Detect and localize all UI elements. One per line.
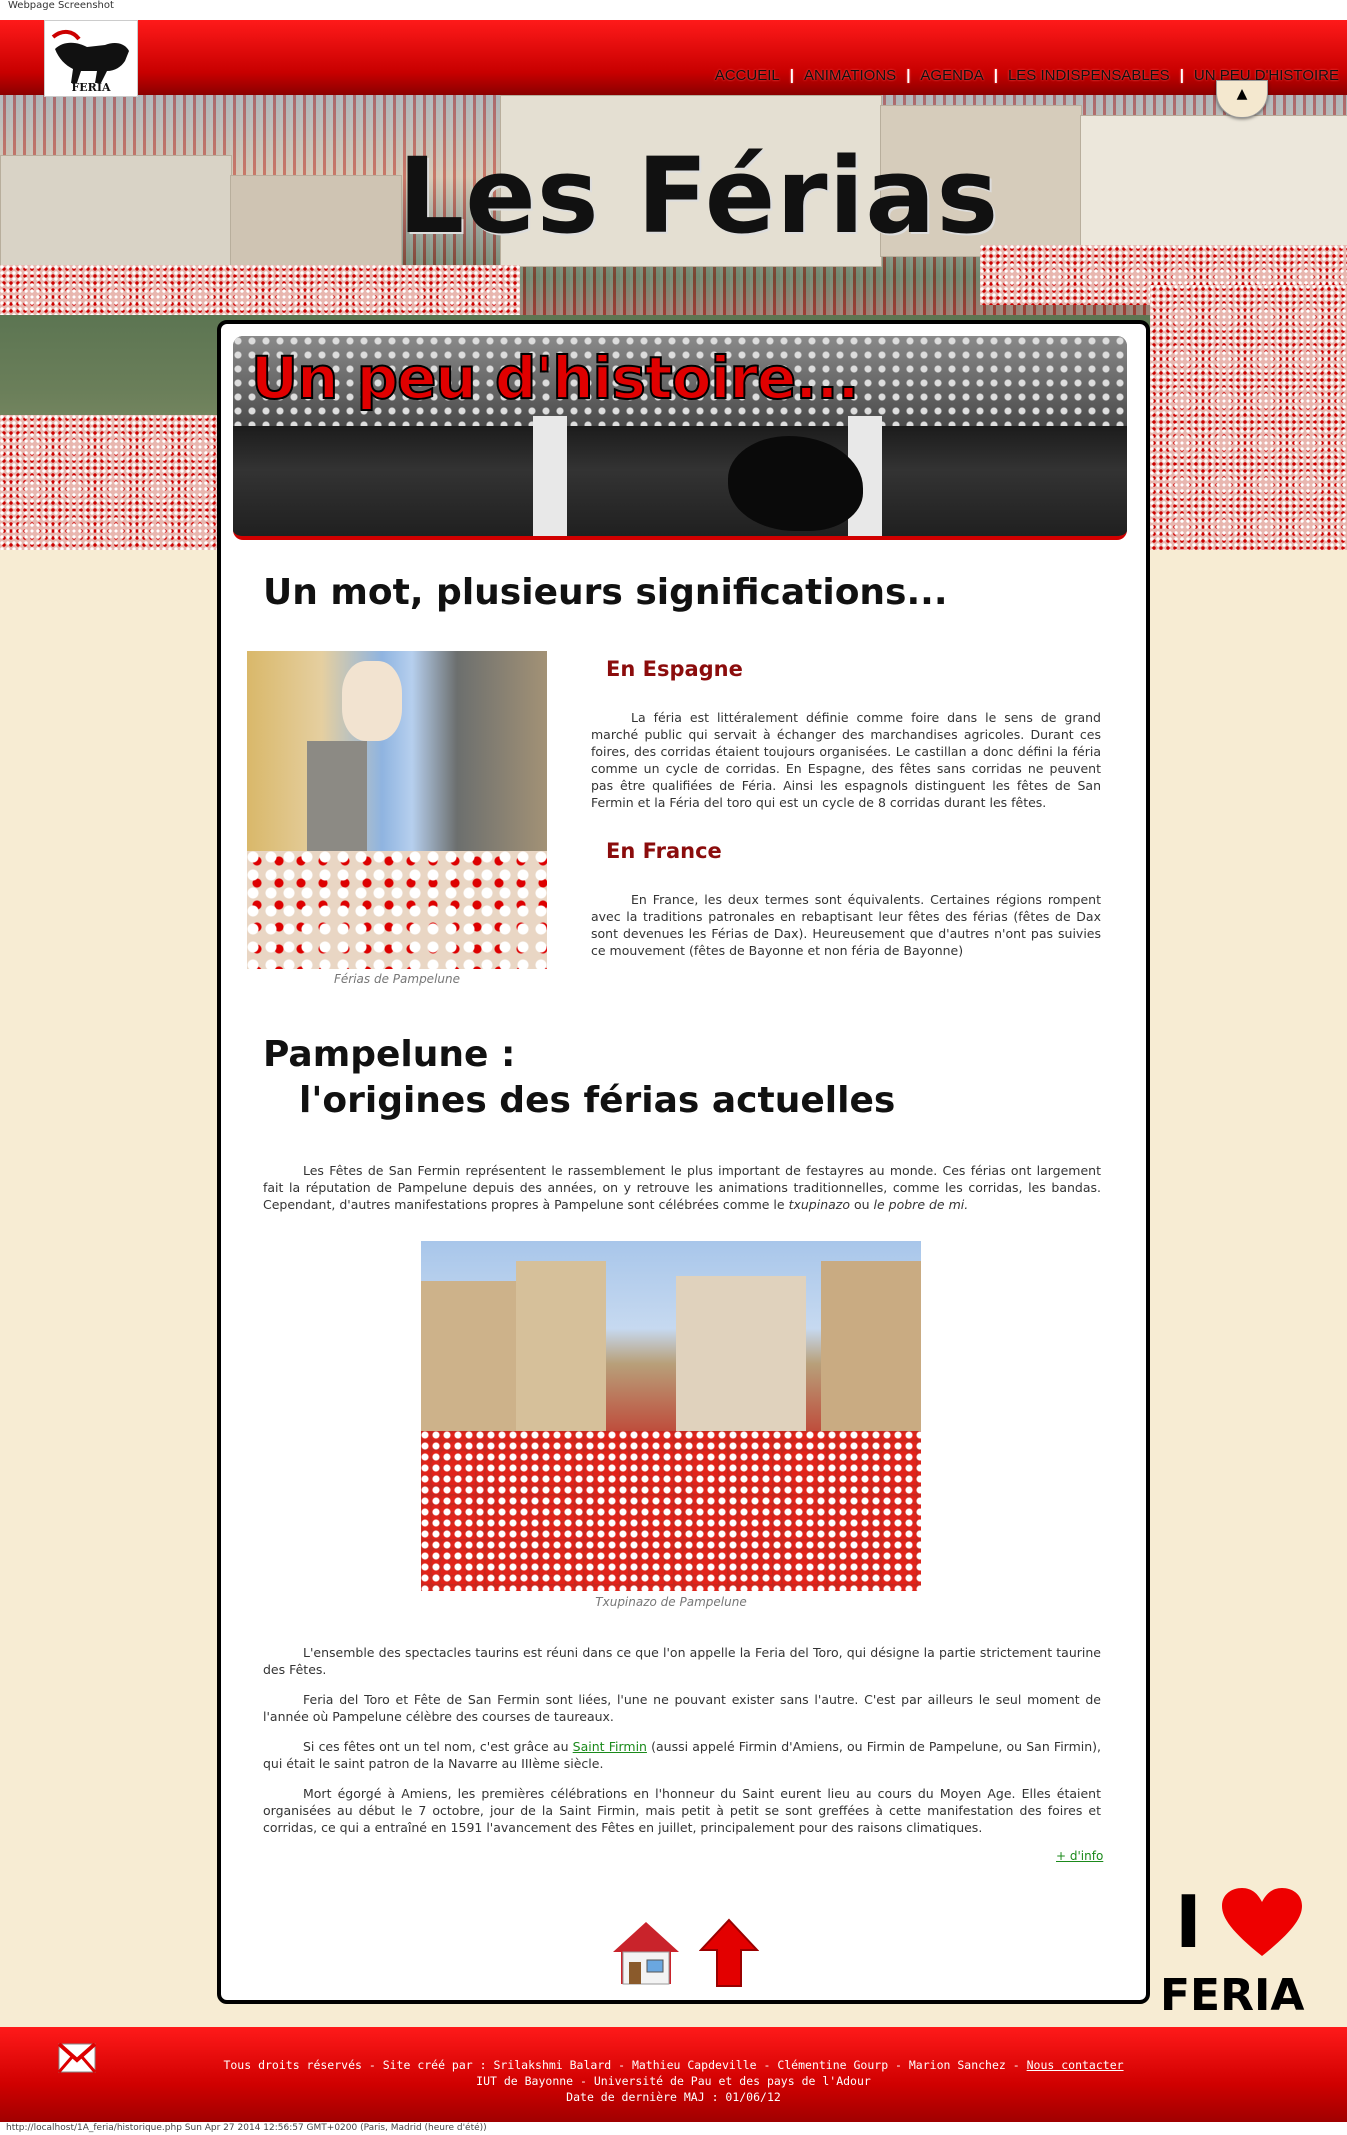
photo-caption-txupinazo: Txupinazo de Pampelune xyxy=(595,1595,747,1609)
site-title: Les Férias xyxy=(398,135,1000,257)
photo-caption: Férias de Pampelune xyxy=(334,972,460,986)
text-lien-fetes: Feria del Toro et Fête de San Fermin son… xyxy=(263,1692,1101,1724)
nav-indispensables[interactable]: LES INDISPENSABLES xyxy=(1008,67,1170,84)
nav-separator: | xyxy=(906,67,911,84)
nav-separator: | xyxy=(789,67,794,84)
status-bar-url: http://localhost/1A_feria/historique.php… xyxy=(0,2122,1347,2135)
footer-update-date: Date de dernière MAJ : 01/06/12 xyxy=(566,2090,781,2104)
text-intro-pampelune: Les Fêtes de San Fermin représentent le … xyxy=(263,1163,1101,1212)
photo-txupinazo xyxy=(421,1241,921,1591)
photo-ferias-pampelune xyxy=(247,651,547,969)
section-subtitle-origines: l'origines des férias actuelles xyxy=(299,1080,896,1121)
history-banner: Un peu d'histoire... xyxy=(233,336,1127,540)
bull-logo-icon: FERIA xyxy=(51,30,129,94)
subtitle-spain: En Espagne xyxy=(606,657,743,681)
section-title-pampelune: Pampelune : xyxy=(263,1034,516,1075)
mail-icon xyxy=(57,2042,97,2073)
heart-icon xyxy=(1222,1888,1302,1956)
text-france: En France, les deux termes sont équivale… xyxy=(591,892,1101,958)
content-card: Un peu d'histoire... Un mot, plusieurs s… xyxy=(217,320,1150,2004)
arrow-up-icon xyxy=(698,1918,760,1987)
text-histoire-moyen-age: Mort égorgé à Amiens, les premières célé… xyxy=(263,1786,1101,1835)
text-saint-firmin: Si ces fêtes ont un tel nom, c'est grâce… xyxy=(263,1739,1102,1771)
saint-firmin-link[interactable]: Saint Firmin xyxy=(573,1739,647,1754)
nav-accueil[interactable]: ACCUEIL xyxy=(715,67,780,84)
home-icon xyxy=(613,1922,679,1985)
site-logo[interactable]: FERIA xyxy=(44,20,138,97)
nav-agenda[interactable]: AGENDA xyxy=(920,67,983,84)
triangle-up-icon: ▲ xyxy=(1236,86,1248,102)
section-title-meaning: Un mot, plusieurs significations... xyxy=(263,572,948,613)
banner-title: Un peu d'histoire... xyxy=(250,343,860,413)
more-info-link[interactable]: + d'info xyxy=(1056,1849,1103,1863)
nav-separator: | xyxy=(1179,67,1184,84)
nav-separator: | xyxy=(993,67,998,84)
window-caption: Webpage Screenshot xyxy=(0,0,1347,20)
mail-button[interactable] xyxy=(57,2042,97,2077)
footer-credits: Tous droits réservés - Site créé par : S… xyxy=(223,2058,1124,2072)
svg-text:FERIA: FERIA xyxy=(71,81,110,94)
contact-link[interactable]: Nous contacter xyxy=(1027,2058,1124,2072)
nav-animations[interactable]: ANIMATIONS xyxy=(804,67,896,84)
text-feria-del-toro: L'ensemble des spectacles taurins est ré… xyxy=(263,1645,1101,1677)
subtitle-france: En France xyxy=(606,839,722,863)
footer-institution: IUT de Bayonne - Université de Pau et de… xyxy=(476,2074,871,2088)
back-to-top-button[interactable] xyxy=(698,1918,760,1992)
home-button[interactable] xyxy=(611,1918,681,1992)
text-spain: La féria est littéralement définie comme… xyxy=(591,710,1101,810)
i-love-feria-badge: I FERIA xyxy=(1160,1880,1305,2021)
page-footer: Tous droits réservés - Site créé par : S… xyxy=(0,2027,1347,2122)
